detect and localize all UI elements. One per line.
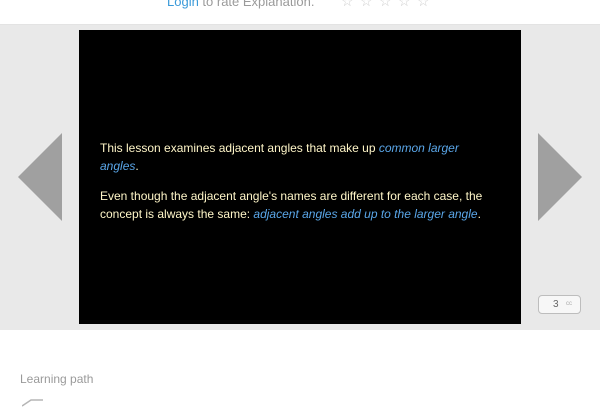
- learning-path-label: Learning path: [20, 372, 94, 386]
- slide-viewer: This lesson examines adjacent angles tha…: [79, 30, 521, 324]
- rating-star-5[interactable]: ☆: [417, 0, 436, 10]
- slide-paragraph-2: Even though the adjacent angle's names a…: [100, 187, 492, 223]
- rating-star-2[interactable]: ☆: [360, 0, 379, 10]
- previous-slide-button[interactable]: [18, 133, 62, 221]
- slide-content: This lesson examines adjacent angles tha…: [100, 139, 492, 235]
- slide-p2-highlight: adjacent angles add up to the larger ang…: [253, 207, 478, 221]
- slide-page-number: 3: [553, 299, 559, 310]
- next-slide-button[interactable]: [538, 133, 582, 221]
- rating-prompt-text: to rate Explanation.: [198, 0, 315, 9]
- rating-star-1[interactable]: ☆: [341, 0, 360, 10]
- rating-bar: Login to rate Explanation. ☆ ☆ ☆ ☆ ☆: [0, 0, 600, 25]
- slide-paragraph-1: This lesson examines adjacent angles tha…: [100, 139, 492, 175]
- slide-page-badge[interactable]: 3 cc: [538, 295, 581, 314]
- triangle-left-icon: [18, 133, 62, 221]
- slide-p1-suffix: .: [135, 159, 139, 173]
- login-link[interactable]: Login: [167, 0, 199, 9]
- rating-prompt: Login to rate Explanation.: [167, 0, 314, 9]
- slideshow-stage: This lesson examines adjacent angles tha…: [0, 25, 600, 330]
- rating-stars: ☆ ☆ ☆ ☆ ☆: [341, 0, 436, 11]
- path-icon: [21, 394, 44, 412]
- captions-icon: cc: [566, 301, 572, 307]
- rating-star-4[interactable]: ☆: [398, 0, 417, 10]
- triangle-right-icon: [538, 133, 582, 221]
- rating-star-3[interactable]: ☆: [379, 0, 398, 10]
- slide-p1-text: This lesson examines adjacent angles tha…: [100, 141, 379, 155]
- slide-p2-suffix: .: [477, 207, 481, 221]
